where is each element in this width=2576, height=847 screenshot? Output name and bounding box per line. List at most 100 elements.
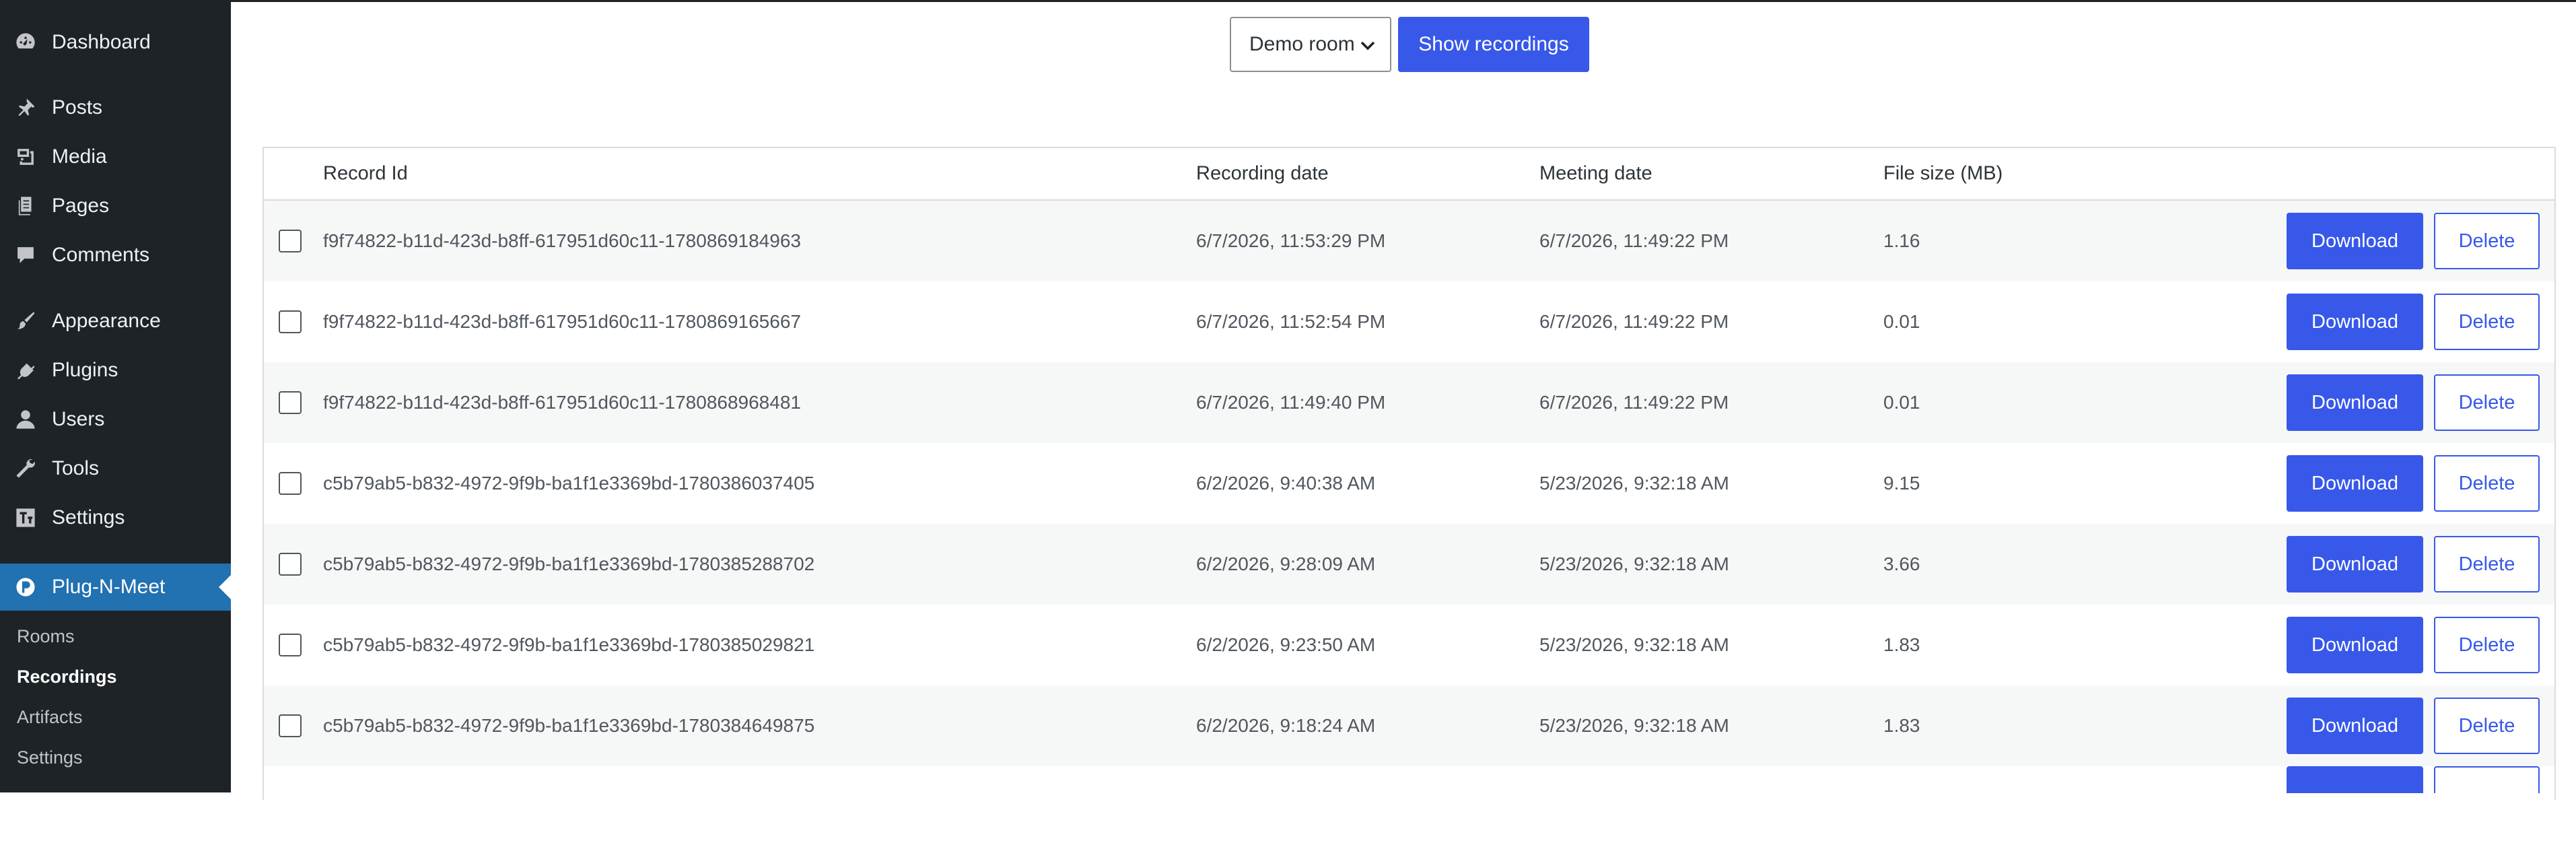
- delete-button[interactable]: Delete: [2434, 294, 2540, 350]
- record-id: f9f74822-b11d-423d-b8ff-617951d60c11-178…: [323, 311, 801, 332]
- menu-label: Settings: [52, 506, 125, 529]
- menu-label: Tools: [52, 457, 100, 479]
- download-button[interactable]: Download: [2287, 374, 2423, 431]
- menu-label: Comments: [52, 244, 150, 266]
- table-row: c5b79ab5-b832-4972-9f9b-ba1f1e3369bd-178…: [264, 685, 2554, 766]
- row-checkbox[interactable]: [279, 310, 302, 333]
- column-header-record-id: Record Id: [323, 162, 408, 184]
- comment-icon: [13, 243, 38, 267]
- menu-item-appearance[interactable]: Appearance: [0, 301, 231, 341]
- delete-button[interactable]: [2434, 766, 2540, 793]
- table-row: c5b79ab5-b832-4972-9f9b-ba1f1e3369bd-178…: [264, 605, 2554, 685]
- meeting-date: 5/23/2026, 9:32:18 AM: [1539, 473, 1729, 494]
- file-size: 3.66: [1883, 553, 1920, 574]
- menu-label: Plug-N-Meet: [52, 576, 166, 598]
- submenu-item-rooms[interactable]: Rooms: [17, 626, 75, 647]
- file-size: 1.83: [1883, 634, 1920, 655]
- menu-item-settings[interactable]: Settings: [0, 498, 231, 538]
- settings-icon: [13, 506, 38, 530]
- delete-button[interactable]: Delete: [2434, 455, 2540, 512]
- menu-item-comments[interactable]: Comments: [0, 235, 231, 275]
- menu-item-media[interactable]: Media: [0, 137, 231, 177]
- meeting-date: 5/23/2026, 9:32:18 AM: [1539, 715, 1729, 736]
- room-select[interactable]: Demo room: [1230, 17, 1391, 72]
- delete-button[interactable]: Delete: [2434, 213, 2540, 269]
- menu-label: Appearance: [52, 310, 161, 332]
- pin-icon: [13, 96, 38, 120]
- recording-date: 6/2/2026, 9:18:24 AM: [1196, 715, 1376, 736]
- column-header-file-size: File size (MB): [1883, 162, 2003, 184]
- record-id: f9f74822-b11d-423d-b8ff-617951d60c11-178…: [323, 392, 801, 413]
- record-id: c5b79ab5-b832-4972-9f9b-ba1f1e3369bd-178…: [323, 553, 815, 574]
- download-button[interactable]: Download: [2287, 455, 2423, 512]
- recording-date: 6/2/2026, 9:40:38 AM: [1196, 473, 1376, 494]
- record-id: c5b79ab5-b832-4972-9f9b-ba1f1e3369bd-178…: [323, 634, 815, 655]
- download-button[interactable]: Download: [2287, 294, 2423, 350]
- table-row-partial: [264, 766, 2554, 847]
- admin-sidebar: Dashboard Posts Media Pages Comments App…: [0, 0, 231, 792]
- pages-icon: [13, 194, 38, 218]
- row-checkbox[interactable]: [279, 553, 302, 576]
- record-id: f9f74822-b11d-423d-b8ff-617951d60c11-178…: [323, 230, 801, 251]
- table-row: f9f74822-b11d-423d-b8ff-617951d60c11-178…: [264, 281, 2554, 362]
- delete-button[interactable]: Delete: [2434, 698, 2540, 754]
- room-select-value: Demo room: [1249, 33, 1355, 55]
- submenu-item-artifacts[interactable]: Artifacts: [17, 707, 83, 728]
- file-size: 0.01: [1883, 392, 1920, 413]
- file-size: 1.16: [1883, 230, 1920, 251]
- table-row: c5b79ab5-b832-4972-9f9b-ba1f1e3369bd-178…: [264, 443, 2554, 524]
- table-row: f9f74822-b11d-423d-b8ff-617951d60c11-178…: [264, 362, 2554, 443]
- download-button[interactable]: Download: [2287, 698, 2423, 754]
- submenu-item-recordings[interactable]: Recordings: [17, 667, 117, 687]
- download-button[interactable]: Download: [2287, 536, 2423, 592]
- meeting-date: 6/7/2026, 11:49:22 PM: [1539, 392, 1729, 413]
- row-checkbox[interactable]: [279, 634, 302, 656]
- media-icon: [13, 145, 38, 169]
- menu-label: Dashboard: [52, 31, 151, 53]
- meeting-date: 5/23/2026, 9:32:18 AM: [1539, 634, 1729, 655]
- download-button[interactable]: Download: [2287, 617, 2423, 673]
- file-size: 1.83: [1883, 715, 1920, 736]
- meeting-date: 6/7/2026, 11:49:22 PM: [1539, 311, 1729, 332]
- table-row: f9f74822-b11d-423d-b8ff-617951d60c11-178…: [264, 201, 2554, 281]
- brush-icon: [13, 309, 38, 333]
- record-id: c5b79ab5-b832-4972-9f9b-ba1f1e3369bd-178…: [323, 473, 815, 494]
- recording-date: 6/2/2026, 9:28:09 AM: [1196, 553, 1376, 574]
- table-header: Record Id Recording date Meeting date Fi…: [264, 148, 2554, 201]
- row-checkbox[interactable]: [279, 472, 302, 495]
- menu-label: Pages: [52, 195, 110, 217]
- meeting-date: 5/23/2026, 9:32:18 AM: [1539, 553, 1729, 574]
- wrench-icon: [13, 456, 38, 481]
- file-size: 0.01: [1883, 311, 1920, 332]
- plugnmeet-icon: [13, 575, 38, 599]
- delete-button[interactable]: Delete: [2434, 617, 2540, 673]
- recording-date: 6/7/2026, 11:53:29 PM: [1196, 230, 1386, 251]
- menu-item-posts[interactable]: Posts: [0, 88, 231, 128]
- show-recordings-button[interactable]: Show recordings: [1398, 17, 1589, 72]
- menu-label: Users: [52, 408, 105, 430]
- menu-label: Plugins: [52, 359, 118, 381]
- user-icon: [13, 407, 38, 432]
- menu-label: Posts: [52, 96, 103, 118]
- delete-button[interactable]: Delete: [2434, 536, 2540, 592]
- dashboard-icon: [13, 30, 38, 55]
- menu-item-plugins[interactable]: Plugins: [0, 350, 231, 391]
- delete-button[interactable]: Delete: [2434, 374, 2540, 431]
- chevron-down-icon: [1360, 33, 1375, 56]
- menu-item-dashboard[interactable]: Dashboard: [0, 22, 231, 63]
- menu-item-tools[interactable]: Tools: [0, 448, 231, 489]
- menu-item-plug-n-meet[interactable]: Plug-N-Meet: [0, 564, 231, 611]
- row-checkbox[interactable]: [279, 230, 302, 252]
- menu-item-pages[interactable]: Pages: [0, 186, 231, 226]
- file-size: 9.15: [1883, 473, 1920, 494]
- recording-date: 6/2/2026, 9:23:50 AM: [1196, 634, 1376, 655]
- recording-date: 6/7/2026, 11:52:54 PM: [1196, 311, 1386, 332]
- column-header-meeting-date: Meeting date: [1539, 162, 1652, 184]
- menu-item-users[interactable]: Users: [0, 399, 231, 440]
- download-button[interactable]: Download: [2287, 213, 2423, 269]
- recordings-table: Record Id Recording date Meeting date Fi…: [263, 147, 2556, 800]
- submenu-item-settings[interactable]: Settings: [17, 747, 83, 768]
- download-button[interactable]: [2287, 766, 2423, 793]
- row-checkbox[interactable]: [279, 714, 302, 737]
- row-checkbox[interactable]: [279, 391, 302, 414]
